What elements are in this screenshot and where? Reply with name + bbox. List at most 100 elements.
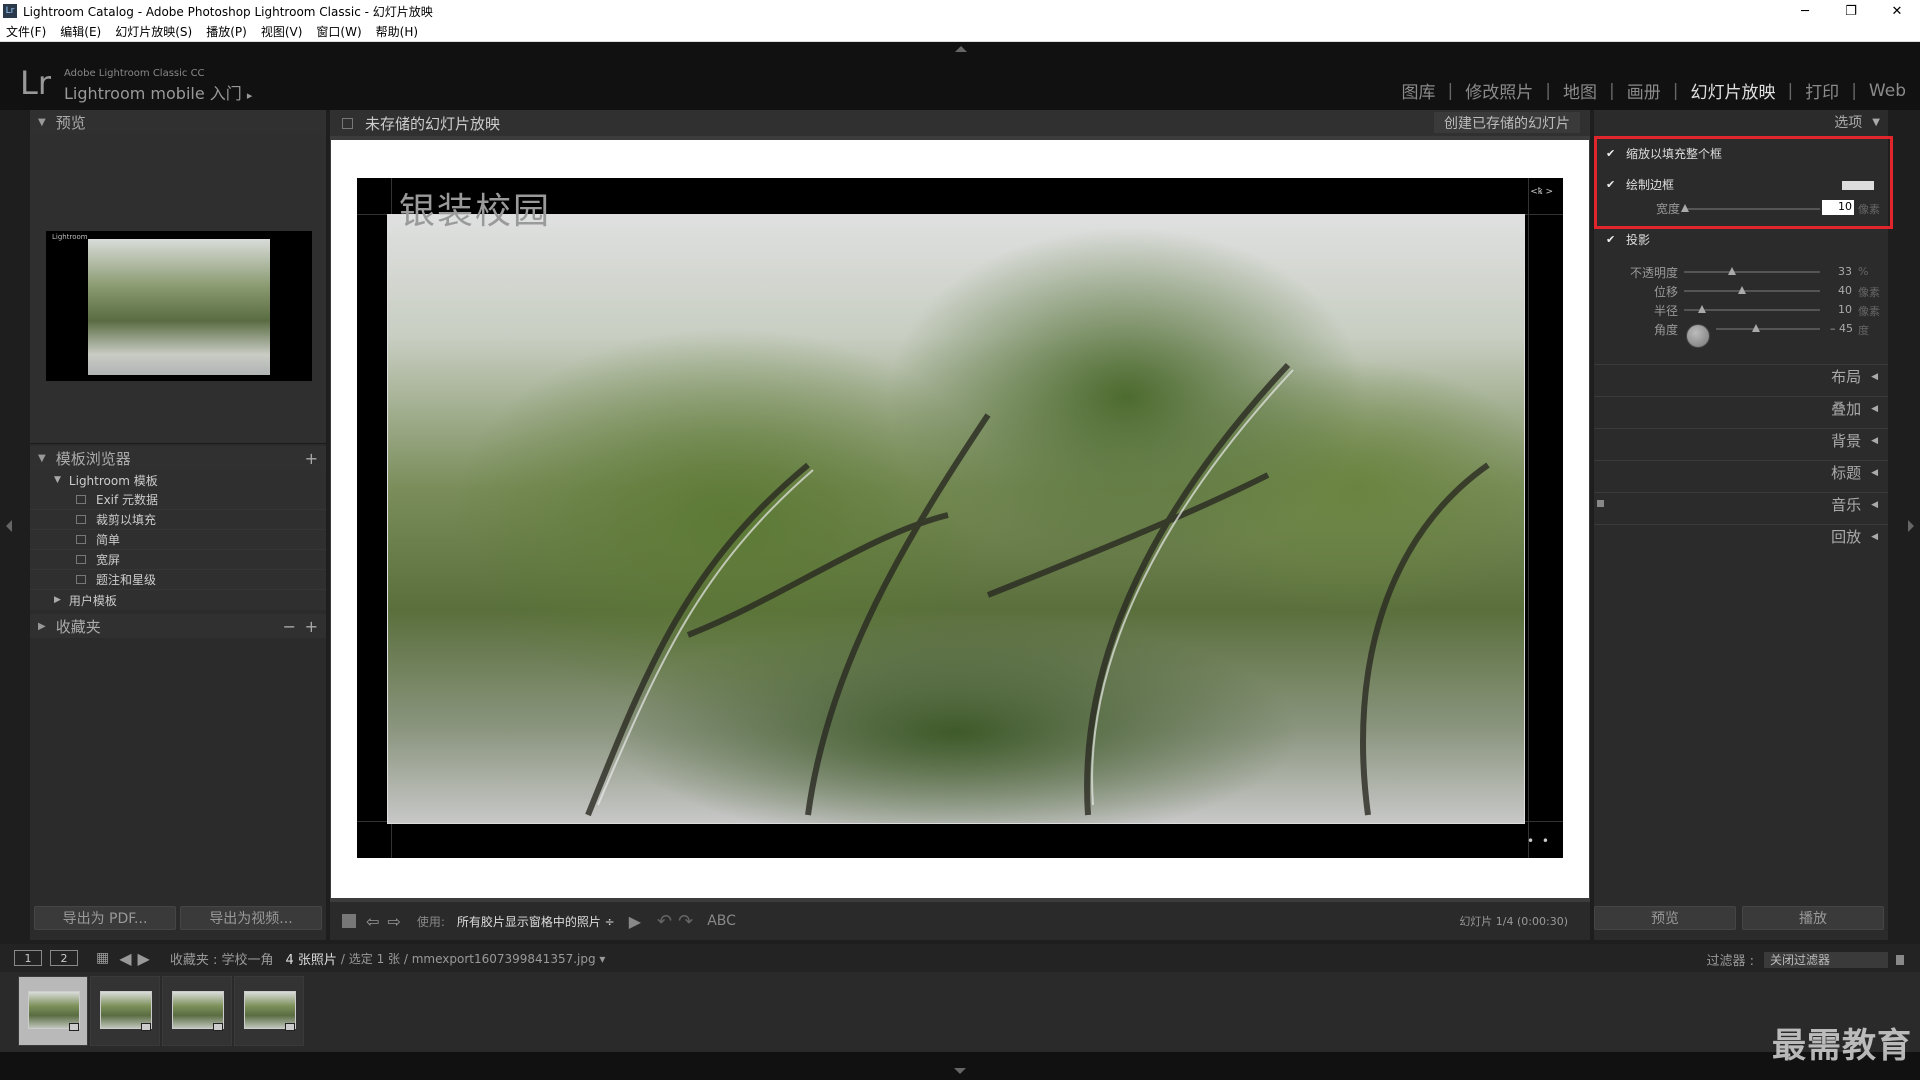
section-overlays[interactable]: 叠加 ◀	[1594, 396, 1888, 420]
module-print[interactable]: 打印	[1805, 78, 1839, 103]
menu-play[interactable]: 播放(P)	[206, 23, 247, 40]
module-web[interactable]: Web	[1869, 81, 1906, 101]
filter-lock-icon[interactable]	[1896, 954, 1904, 965]
slideshow-checkbox[interactable]	[342, 117, 353, 129]
section-music[interactable]: 音乐 ◀	[1594, 492, 1888, 516]
forward-arrow-icon[interactable]: ▶	[138, 949, 150, 968]
close-button[interactable]: ✕	[1874, 0, 1920, 22]
template-item[interactable]: 简单	[30, 530, 326, 550]
export-buttons: 导出为 PDF... 导出为视频...	[34, 906, 322, 930]
filter-dropdown[interactable]: 关闭过滤器	[1764, 951, 1888, 968]
add-template-icon[interactable]: +	[305, 449, 318, 468]
filmstrip-thumbnail[interactable]	[18, 976, 88, 1046]
use-dropdown[interactable]: 所有胶片显示窗格中的照片 ÷	[457, 913, 615, 930]
slider-knob[interactable]	[1728, 267, 1736, 275]
bottom-edge	[0, 1052, 1920, 1080]
menu-view[interactable]: 视图(V)	[261, 23, 303, 40]
template-folder-lightroom[interactable]: ▼ Lightroom 模板	[30, 470, 326, 490]
preview-panel-header[interactable]: ▼ 预览	[30, 110, 326, 134]
add-collection-icon[interactable]: +	[305, 617, 318, 636]
preview-button[interactable]: 预览	[1594, 906, 1736, 930]
module-book[interactable]: 画册	[1627, 78, 1661, 103]
rotate-left-icon[interactable]: ↶	[657, 911, 672, 932]
section-playback[interactable]: 回放 ◀	[1594, 524, 1888, 548]
template-item[interactable]: Exif 元数据	[30, 490, 326, 510]
module-picker: 图库 | 修改照片 | 地图 | 画册 | 幻灯片放映 | 打印 | Web	[1402, 78, 1906, 104]
opacity-value[interactable]: 33	[1838, 265, 1852, 278]
in-collection-icon	[285, 1023, 295, 1031]
section-backdrop[interactable]: 背景 ◀	[1594, 428, 1888, 452]
opacity-label: 不透明度	[1629, 266, 1678, 280]
menu-slideshow[interactable]: 幻灯片放映(S)	[115, 23, 192, 40]
maximize-button[interactable]: ❐	[1828, 0, 1874, 22]
collapse-left-panel-icon[interactable]	[6, 520, 12, 532]
identity-plate-tag[interactable]: <ꝅ >	[1530, 184, 1553, 197]
template-item[interactable]: 裁剪以填充	[30, 510, 326, 530]
template-item[interactable]: 宽屏	[30, 550, 326, 570]
filmstrip-thumbnail[interactable]	[162, 976, 232, 1046]
menu-file[interactable]: 文件(F)	[6, 23, 46, 40]
rotate-right-icon[interactable]: ↷	[678, 911, 693, 932]
collections-header[interactable]: ▶ 收藏夹 − +	[30, 614, 326, 638]
slider-knob[interactable]	[1752, 324, 1760, 332]
section-titles[interactable]: 标题 ◀	[1594, 460, 1888, 484]
filmstrip-thumbnail[interactable]	[90, 976, 160, 1046]
filmstrip-thumbnail[interactable]	[234, 976, 304, 1046]
remove-collection-icon[interactable]: −	[283, 617, 296, 636]
music-toggle-icon[interactable]	[1597, 500, 1604, 507]
menu-window[interactable]: 窗口(W)	[316, 23, 361, 40]
section-layout[interactable]: 布局 ◀	[1594, 364, 1888, 388]
slide-text-overlay[interactable]: 银装校园	[399, 182, 551, 234]
identity-plate-line2[interactable]: Lightroom mobile 入门 ▸	[64, 80, 252, 104]
offset-slider[interactable]	[1684, 286, 1820, 294]
template-item[interactable]: 题注和星级	[30, 570, 326, 590]
slider-knob[interactable]	[1738, 286, 1746, 294]
rating-dots: • •	[1527, 834, 1551, 848]
menu-edit[interactable]: 编辑(E)	[60, 23, 101, 40]
source-collection[interactable]: 收藏夹 : 学校一角	[170, 949, 274, 968]
grid-view-icon[interactable]: ▦	[96, 950, 109, 966]
play-button[interactable]: 播放	[1742, 906, 1884, 930]
shadow-option[interactable]: ✔ 投影	[1606, 231, 1650, 248]
slide-photo[interactable]	[387, 214, 1525, 824]
collapse-filmstrip-icon[interactable]	[954, 1068, 966, 1074]
options-panel-header[interactable]: 选项 ▼	[1594, 110, 1888, 134]
main-window-button[interactable]: 1	[14, 950, 42, 966]
collapse-right-panel-icon[interactable]	[1908, 520, 1914, 532]
opacity-slider[interactable]	[1684, 267, 1820, 275]
preview-panel: Lightroom	[30, 134, 326, 444]
create-saved-slideshow-button[interactable]: 创建已存储的幻灯片	[1434, 112, 1580, 133]
radius-value[interactable]: 10	[1838, 303, 1852, 316]
angle-value[interactable]: – 45	[1830, 322, 1853, 335]
module-develop[interactable]: 修改照片	[1465, 78, 1533, 103]
add-text-button[interactable]: ABC	[707, 913, 736, 929]
selection-info[interactable]: / 选定 1 张 / mmexport1607399841357.jpg ▾	[341, 950, 606, 967]
opacity-unit: %	[1858, 265, 1869, 278]
menu-help[interactable]: 帮助(H)	[376, 23, 418, 40]
module-slideshow[interactable]: 幻灯片放映	[1690, 78, 1775, 103]
minimize-button[interactable]: ─	[1782, 0, 1828, 22]
window-title: Lightroom Catalog - Adobe Photoshop Ligh…	[23, 4, 433, 19]
angle-slider[interactable]	[1716, 324, 1820, 332]
previous-slide-icon[interactable]: ⇦	[366, 912, 379, 931]
angle-dial-icon[interactable]	[1686, 324, 1710, 348]
module-map[interactable]: 地图	[1563, 78, 1597, 103]
use-label: 使用:	[416, 914, 445, 929]
module-library[interactable]: 图库	[1402, 78, 1436, 103]
template-folder-user[interactable]: ▶ 用户模板	[30, 590, 326, 610]
offset-value[interactable]: 40	[1838, 284, 1852, 297]
collapse-top-panel-icon[interactable]	[955, 46, 967, 52]
preview-play-icon[interactable]: ▶	[629, 912, 641, 931]
shadow-checkbox[interactable]: ✔	[1606, 233, 1618, 246]
export-pdf-button[interactable]: 导出为 PDF...	[34, 906, 176, 930]
left-panel: ▼ 预览 Lightroom ▼ 模板浏览器 + ▼ Lightroom 模板 Exi…	[30, 110, 326, 940]
radius-slider[interactable]	[1684, 305, 1820, 313]
back-arrow-icon[interactable]: ◀	[119, 949, 131, 968]
filmstrip-bar: 1 2 ▦ ◀ ▶ 收藏夹 : 学校一角 4 张照片 / 选定 1 张 / mm…	[0, 944, 1920, 972]
slider-knob[interactable]	[1698, 305, 1706, 313]
template-browser-header[interactable]: ▼ 模板浏览器 +	[30, 446, 326, 470]
next-slide-icon[interactable]: ⇨	[387, 912, 400, 931]
stop-icon[interactable]	[342, 914, 356, 928]
secondary-window-button[interactable]: 2	[50, 950, 78, 966]
export-video-button[interactable]: 导出为视频...	[180, 906, 322, 930]
